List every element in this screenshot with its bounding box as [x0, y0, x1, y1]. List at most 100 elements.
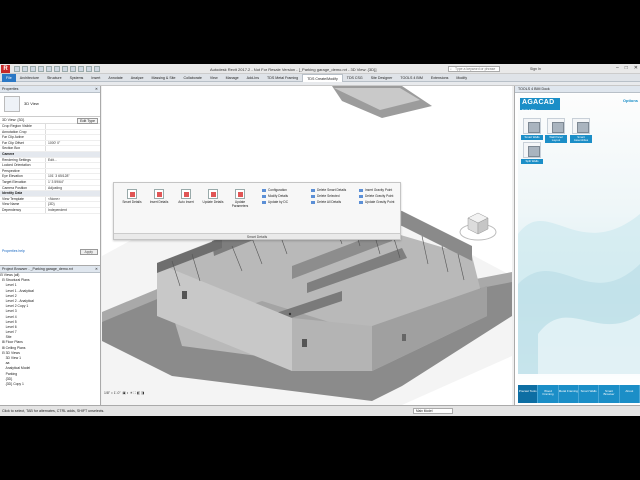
- smart-walls-tool[interactable]: Smart Walls: [521, 118, 543, 141]
- property-value[interactable]: [46, 146, 100, 151]
- property-value[interactable]: [46, 130, 100, 135]
- properties-title: Properties: [2, 87, 19, 91]
- split-walls-tool[interactable]: Split Walls: [521, 142, 543, 165]
- property-value[interactable]: {3D}: [46, 202, 100, 207]
- browser-tree-item[interactable]: {3D} Copy 1: [0, 382, 100, 387]
- tab-site-designer[interactable]: Site Designer: [367, 74, 397, 82]
- parking-garage-3d-model[interactable]: [102, 86, 512, 405]
- smart-assemblies-tool[interactable]: Smart Assemblies: [570, 118, 592, 144]
- dock-tab-precast-tools[interactable]: Precast Tools: [518, 385, 539, 403]
- view-control-bar-2[interactable]: 1/8" = 1'-0" ▣ ◐ ☀ ⛶ ◧ ◨: [104, 391, 144, 395]
- tab-analyze[interactable]: Analyze: [127, 74, 148, 82]
- property-name: Camera Position: [0, 185, 46, 191]
- update-details-button[interactable]: Update Details: [201, 189, 225, 225]
- tool-label: Smart Walls: [521, 135, 543, 141]
- section-icon[interactable]: [70, 66, 76, 72]
- ribbon-tabs: File Architecture Structure Systems Insert A…: [0, 73, 640, 82]
- redo-icon[interactable]: [38, 66, 44, 72]
- window-controls: – □ ✕: [616, 65, 638, 71]
- 3d-viewport[interactable]: Smart Details Insert Details Auto Insert Up…: [102, 86, 512, 405]
- auto-insert-button[interactable]: Auto Insert: [174, 189, 198, 225]
- property-row[interactable]: Dependency Independent: [0, 207, 100, 214]
- tab-file[interactable]: File: [2, 73, 16, 82]
- close-icon[interactable]: ✕: [95, 86, 98, 93]
- tab-manage[interactable]: Manage: [222, 74, 243, 82]
- property-value[interactable]: 1000' 0": [46, 141, 100, 146]
- switch-windows-icon[interactable]: [94, 66, 100, 72]
- revit-logo-icon[interactable]: R: [1, 65, 10, 73]
- close-button[interactable]: ✕: [634, 65, 638, 71]
- minimize-button[interactable]: –: [616, 65, 619, 71]
- 3d-view-thumbnail-icon: [4, 96, 20, 112]
- tab-tools-4-bim[interactable]: TOOLS 4 BIM: [396, 74, 427, 82]
- viewcube-icon[interactable]: [458, 204, 498, 244]
- sign-in-button[interactable]: Sign In: [530, 67, 541, 71]
- thin-lines-icon[interactable]: [86, 66, 92, 72]
- instance-selector[interactable]: 3D View: {3D} Edit Type: [0, 117, 100, 124]
- edit-type-button[interactable]: Edit Type: [77, 118, 98, 124]
- measure-icon[interactable]: [54, 66, 60, 72]
- properties-help-link[interactable]: Properties help: [2, 249, 25, 253]
- text-icon[interactable]: [78, 66, 84, 72]
- dock-tab-smart-walls[interactable]: Smart Walls: [579, 385, 600, 403]
- property-value[interactable]: [46, 163, 100, 168]
- close-icon[interactable]: ✕: [95, 266, 98, 273]
- dock-tab-metal-framing[interactable]: Metal Framing: [559, 385, 579, 403]
- decorative-splash-image: [518, 214, 640, 374]
- dock-tab-smart-browser[interactable]: Smart Browser: [599, 385, 620, 403]
- split-walls-icon: [523, 142, 541, 158]
- 3d-view-icon[interactable]: [62, 66, 68, 72]
- tab-structure[interactable]: Structure: [43, 74, 66, 82]
- button-label: Auto Insert: [178, 200, 194, 204]
- apply-button[interactable]: Apply: [79, 248, 98, 255]
- update-parameters-button[interactable]: Update Parameters: [228, 189, 252, 225]
- tab-extensions[interactable]: Extensions: [427, 74, 453, 82]
- tab-massing-site[interactable]: Massing & Site: [148, 74, 180, 82]
- tab-architecture[interactable]: Architecture: [16, 74, 43, 82]
- tab-add-ins[interactable]: Add-Ins: [243, 74, 263, 82]
- smart-details-button[interactable]: Smart Details: [120, 189, 144, 225]
- property-value[interactable]: Edit...: [46, 158, 100, 163]
- wall-panel-layout-tool[interactable]: Wall Panel Layout: [545, 118, 567, 144]
- view-scale-label[interactable]: 1/8" = 1'-0": [104, 391, 121, 395]
- tab-tds-create-modify[interactable]: TDS Create/Modify: [302, 73, 343, 82]
- tab-systems[interactable]: Systems: [66, 74, 88, 82]
- tab-annotate[interactable]: Annotate: [104, 74, 126, 82]
- dock-tabs: Precast Tools Wood Framing Metal Framing Sm…: [518, 385, 640, 403]
- tab-tds-csg[interactable]: TDS CSG: [343, 74, 367, 82]
- tab-modify[interactable]: Modify: [452, 74, 471, 82]
- options-button[interactable]: Options: [623, 98, 638, 103]
- tab-view[interactable]: View: [206, 74, 222, 82]
- property-value[interactable]: Independent: [46, 208, 100, 213]
- update-details-icon: [208, 189, 218, 199]
- print-icon[interactable]: [46, 66, 52, 72]
- active-model-selector[interactable]: Main Model: [413, 408, 453, 414]
- dock-tab-about[interactable]: About: [620, 385, 640, 403]
- property-value[interactable]: <None>: [46, 197, 100, 202]
- delete-all-details-button[interactable]: Delete All Details: [311, 199, 346, 205]
- property-value[interactable]: 101' 3 65/128": [46, 174, 100, 179]
- property-value[interactable]: [46, 169, 100, 174]
- tab-insert[interactable]: Insert: [87, 74, 104, 82]
- view-controls-icons[interactable]: ▣ ◐ ☀ ⛶ ◧ ◨: [122, 391, 144, 395]
- status-bar: Click to select, TAB for alternates, CTR…: [0, 405, 640, 416]
- save-icon[interactable]: [22, 66, 28, 72]
- property-value[interactable]: [46, 124, 100, 129]
- tab-collaborate[interactable]: Collaborate: [180, 74, 206, 82]
- update-by-dc-button[interactable]: Update by DC: [262, 199, 288, 205]
- property-value[interactable]: Adjusting: [46, 186, 100, 191]
- type-selector[interactable]: 3D View: [0, 93, 100, 117]
- property-name: Perspective: [0, 168, 46, 174]
- tab-tds-metal-framing[interactable]: TDS Metal Framing: [263, 74, 302, 82]
- property-value[interactable]: [46, 135, 100, 140]
- maximize-button[interactable]: □: [625, 65, 628, 71]
- insert-details-button[interactable]: Insert Details: [147, 189, 171, 225]
- dock-tab-wood-framing[interactable]: Wood Framing: [538, 385, 559, 403]
- property-value[interactable]: 1' 3 59/64": [46, 180, 100, 185]
- undo-icon[interactable]: [30, 66, 36, 72]
- agacad-logo-subtitle: Tools 4 BIM: [522, 109, 536, 112]
- search-input[interactable]: ⌕ Type a keyword or phrase: [448, 66, 500, 72]
- open-icon[interactable]: [14, 66, 20, 72]
- update-gravity-point-button[interactable]: Update Gravity Point: [359, 199, 394, 205]
- project-browser-title: Project Browser - _Parking garage_demo.r…: [2, 267, 73, 271]
